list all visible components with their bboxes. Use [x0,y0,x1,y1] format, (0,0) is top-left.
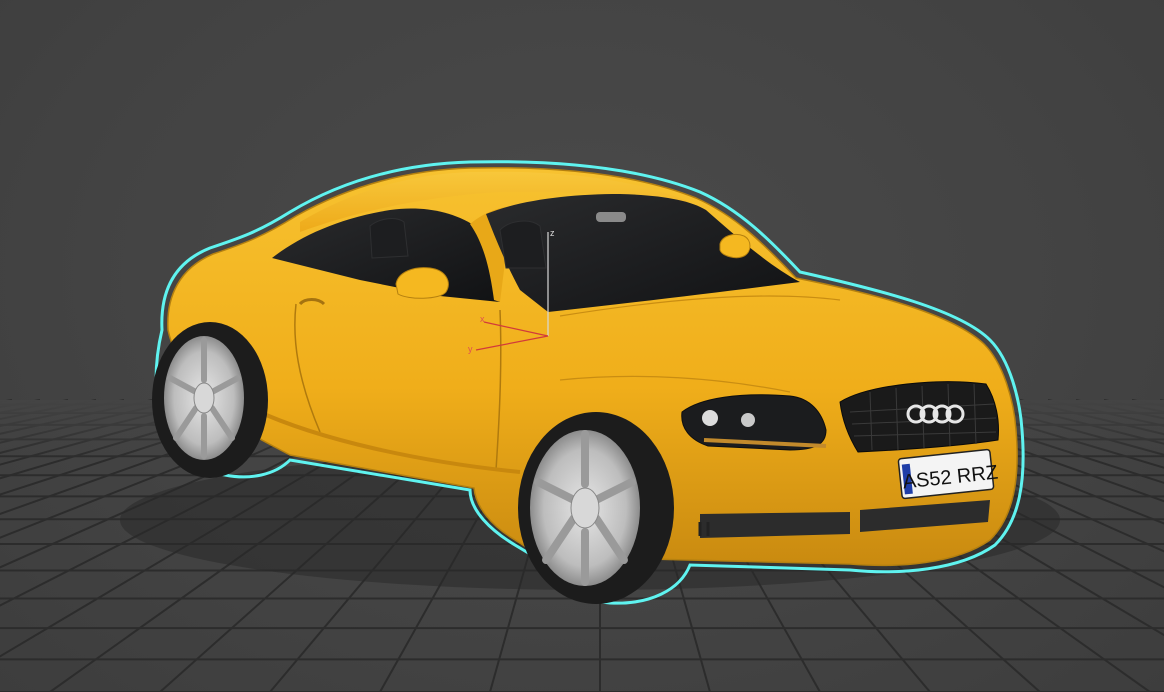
rearview-mirror [596,212,626,222]
front-wheel [518,412,674,604]
car-model[interactable]: AS52 RRZ [120,160,1060,605]
headlight-lamp-outer [702,410,718,426]
rear-wheel [152,322,268,478]
3d-viewport[interactable]: AS52 RRZ z x y [0,0,1164,692]
interior-seat [369,218,409,259]
gizmo-z-label: z [550,228,555,238]
interior-seat-front [499,220,547,269]
gizmo-x-label: x [480,314,485,324]
lower-intake-left [700,512,850,538]
headlight-lamp-inner [741,413,755,427]
side-mirror-right [719,233,751,259]
gizmo-y-label: y [468,344,473,354]
viewport-scene[interactable]: AS52 RRZ z x y [0,0,1164,692]
